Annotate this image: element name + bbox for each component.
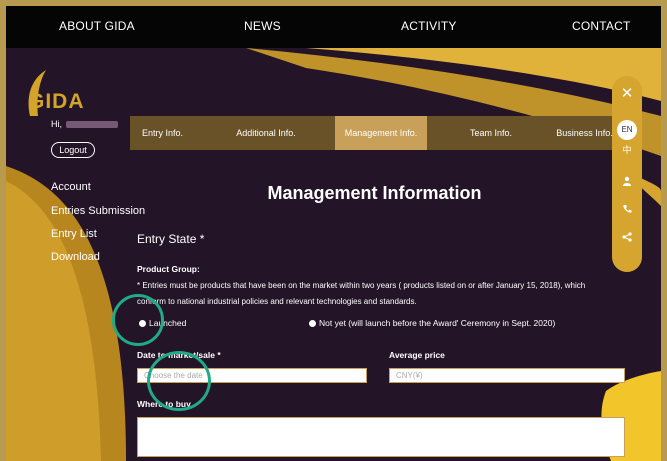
nav-about[interactable]: ABOUT GIDA — [59, 19, 135, 33]
nav-activity[interactable]: ACTIVITY — [401, 19, 457, 33]
radio-not-yet[interactable] — [309, 320, 316, 327]
phone-icon-svg — [623, 205, 632, 213]
tab-additional-info[interactable]: Additional Info. — [220, 116, 312, 150]
tab-management-info[interactable]: Management Info. — [335, 116, 427, 150]
page-frame: ABOUT GIDA NEWS ACTIVITY CONTACT GIDA Hi… — [6, 6, 661, 461]
user-icon[interactable] — [612, 176, 642, 189]
user-icon-svg — [623, 176, 631, 186]
user-greeting: Hi, — [51, 119, 118, 129]
logo-text[interactable]: GIDA — [28, 90, 85, 114]
floating-toolbar: ✕ EN 中 — [612, 76, 642, 272]
tab-business-info[interactable]: Business Info. — [550, 116, 619, 150]
close-icon[interactable]: ✕ — [612, 84, 642, 102]
sidebar-item-entries-submission[interactable]: Entries Submission — [51, 205, 145, 217]
greeting-text: Hi, — [51, 119, 62, 129]
share-icon[interactable] — [612, 232, 642, 245]
price-label: Average price — [389, 350, 445, 360]
tab-team-info[interactable]: Team Info. — [450, 116, 532, 150]
eligibility-note-line1: * Entries must be products that have bee… — [137, 281, 586, 290]
username-redacted — [66, 121, 118, 129]
page-title: Management Information — [267, 183, 482, 203]
sidebar-item-entry-list[interactable]: Entry List — [51, 228, 97, 240]
sidebar-item-download[interactable]: Download — [51, 251, 100, 263]
phone-icon[interactable] — [612, 204, 642, 217]
product-group-label: Product Group: — [137, 264, 200, 274]
logout-button[interactable]: Logout — [51, 142, 95, 158]
share-icon-svg — [622, 232, 632, 242]
highlight-ring-date — [147, 351, 211, 411]
section-heading: Entry State * — [137, 232, 205, 246]
price-input[interactable]: CNY(¥) — [389, 368, 625, 383]
nav-news[interactable]: NEWS — [244, 19, 281, 33]
tab-bar: Entry Info. Additional Info. Management … — [130, 116, 619, 150]
eligibility-note-line2: conform to national industrial policies … — [137, 297, 417, 306]
tab-entry-info[interactable]: Entry Info. — [130, 116, 195, 150]
highlight-ring-radio — [112, 294, 164, 346]
nav-contact[interactable]: CONTACT — [572, 19, 631, 33]
where-to-buy-textarea[interactable] — [137, 417, 625, 457]
sidebar-item-account[interactable]: Account — [51, 181, 91, 193]
radio-not-yet-label[interactable]: Not yet (will launch before the Award' C… — [319, 318, 555, 328]
lang-zh-button[interactable]: 中 — [612, 143, 642, 156]
lang-en-button[interactable]: EN — [617, 120, 637, 140]
top-nav: ABOUT GIDA NEWS ACTIVITY CONTACT — [6, 6, 661, 48]
